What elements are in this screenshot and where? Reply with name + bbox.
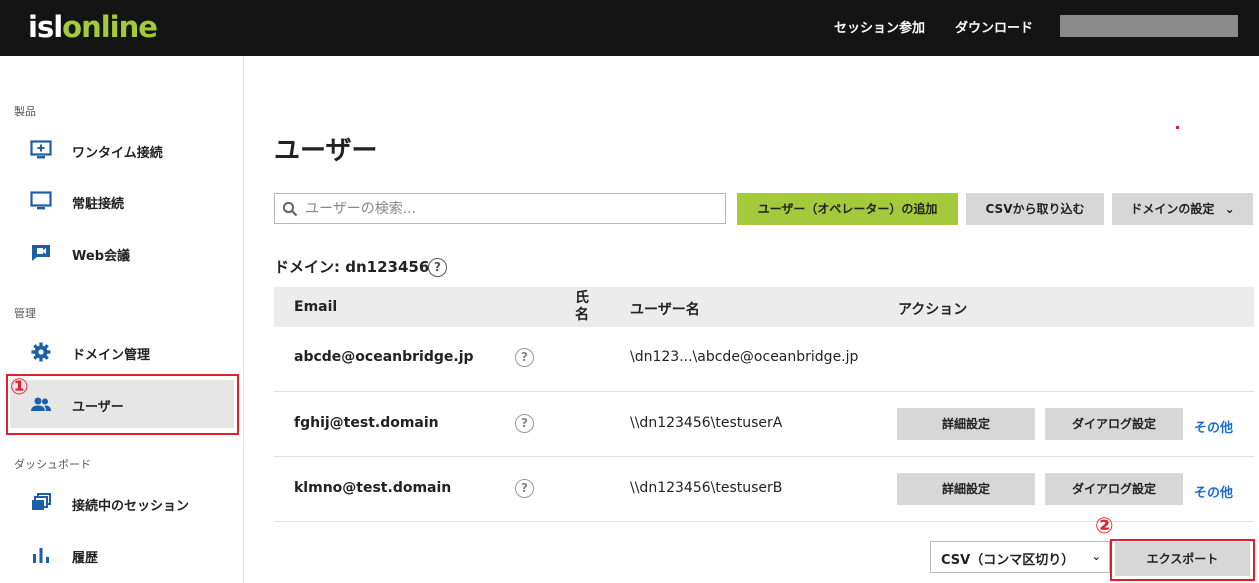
column-header-username: ユーザー名 xyxy=(630,302,700,318)
section-label-products: 製品 xyxy=(14,105,36,118)
top-bar: islonline セッション参加 ダウンロード xyxy=(0,0,1259,56)
annotation-box-2 xyxy=(1110,539,1255,581)
page-title: ユーザー xyxy=(274,136,378,166)
column-header-actions: アクション xyxy=(898,302,968,318)
monitor-plus-icon xyxy=(30,140,52,159)
sidebar-item-label: ワンタイム接続 xyxy=(72,146,163,161)
sidebar-item-history[interactable]: 履歴 xyxy=(10,531,234,579)
monitor-icon xyxy=(30,191,52,210)
search-box[interactable] xyxy=(274,193,726,224)
row-email: klmno@test.domain xyxy=(294,480,452,496)
row-email: fghij@test.domain xyxy=(294,415,439,431)
bar-chart-icon xyxy=(33,548,49,563)
table-row: klmno@test.domain ? \\dn123456\testuserB… xyxy=(274,457,1254,522)
detail-settings-button[interactable]: 詳細設定 xyxy=(897,408,1035,440)
row-help-icon[interactable]: ? xyxy=(515,348,534,367)
dialog-settings-button[interactable]: ダイアログ設定 xyxy=(1045,408,1183,440)
section-label-dashboard: ダッシュボード xyxy=(14,458,91,471)
domain-settings-dropdown[interactable]: ドメインの設定 ⌄ xyxy=(1112,193,1253,225)
video-icon xyxy=(32,245,50,261)
search-icon xyxy=(282,201,298,217)
sidebar-item-label: ドメイン管理 xyxy=(72,348,151,363)
row-username: \\dn123456\testuserB xyxy=(630,480,783,496)
logo-text-isl: isl xyxy=(28,10,63,44)
detail-settings-button[interactable]: 詳細設定 xyxy=(897,473,1035,505)
sidebar-item-web-meeting[interactable]: Web会議 xyxy=(10,229,234,277)
row-username: \dn123...\abcde@oceanbridge.jp xyxy=(630,349,859,365)
user-account-menu[interactable] xyxy=(1060,15,1238,37)
dialog-settings-button[interactable]: ダイアログ設定 xyxy=(1045,473,1183,505)
sidebar: 製品 ワンタイム接続 常駐接続 Web会議 管理 ドメイン管理 ユーザー ダッシ… xyxy=(0,56,244,583)
table-row: abcde@oceanbridge.jp ? \dn123...\abcde@o… xyxy=(274,327,1254,392)
download-link[interactable]: ダウンロード xyxy=(955,17,1033,36)
table-header: Email 氏名 ユーザー名 アクション xyxy=(274,287,1254,327)
table-row: fghij@test.domain ? \\dn123456\testuserA… xyxy=(274,392,1254,457)
annotation-box-1 xyxy=(6,374,239,435)
chevron-down-icon: ⌄ xyxy=(1224,202,1235,216)
logo-text-online: online xyxy=(62,10,158,44)
domain-label: ドメイン: dn123456 xyxy=(274,258,430,276)
sidebar-item-active-sessions[interactable]: 接続中のセッション xyxy=(10,479,234,527)
csv-import-button[interactable]: CSVから取り込む xyxy=(966,193,1104,225)
search-input[interactable] xyxy=(305,199,715,219)
islonline-logo[interactable]: islonline xyxy=(28,10,158,44)
section-label-admin: 管理 xyxy=(14,307,36,320)
annotation-number-2: ② xyxy=(1095,514,1114,539)
export-format-select[interactable]: CSV（コンマ区切り） ⌄ xyxy=(930,541,1110,573)
annotation-number-1: ① xyxy=(10,375,29,400)
column-header-name: 氏名 xyxy=(575,290,589,323)
domain-help-icon[interactable]: ? xyxy=(428,258,447,277)
add-user-button[interactable]: ユーザー（オペレーター）の追加 xyxy=(737,193,958,225)
sidebar-item-label: 履歴 xyxy=(72,551,99,566)
other-actions-link[interactable]: その他 xyxy=(1194,482,1233,501)
row-help-icon[interactable]: ? xyxy=(515,414,534,433)
domain-settings-label: ドメインの設定 xyxy=(1130,202,1215,216)
sidebar-item-label: 接続中のセッション xyxy=(72,499,190,514)
column-header-email: Email xyxy=(294,299,338,315)
sidebar-item-domain-admin[interactable]: ドメイン管理 xyxy=(10,328,234,376)
join-session-link[interactable]: セッション参加 xyxy=(834,17,925,36)
gear-icon xyxy=(31,342,51,362)
row-email: abcde@oceanbridge.jp xyxy=(294,349,474,365)
sidebar-item-onetime[interactable]: ワンタイム接続 xyxy=(10,126,234,174)
row-help-icon[interactable]: ? xyxy=(515,479,534,498)
sidebar-item-label: Web会議 xyxy=(72,249,130,264)
row-username: \\dn123456\testuserA xyxy=(630,415,783,431)
sidebar-item-label: 常駐接続 xyxy=(72,197,125,212)
export-format-value: CSV（コンマ区切り） xyxy=(941,553,1075,568)
other-actions-link[interactable]: その他 xyxy=(1194,417,1233,436)
sidebar-item-unattended[interactable]: 常駐接続 xyxy=(10,177,234,225)
sessions-icon xyxy=(32,493,51,510)
chevron-down-icon: ⌄ xyxy=(1091,550,1101,563)
red-dot-mark xyxy=(1176,126,1179,129)
